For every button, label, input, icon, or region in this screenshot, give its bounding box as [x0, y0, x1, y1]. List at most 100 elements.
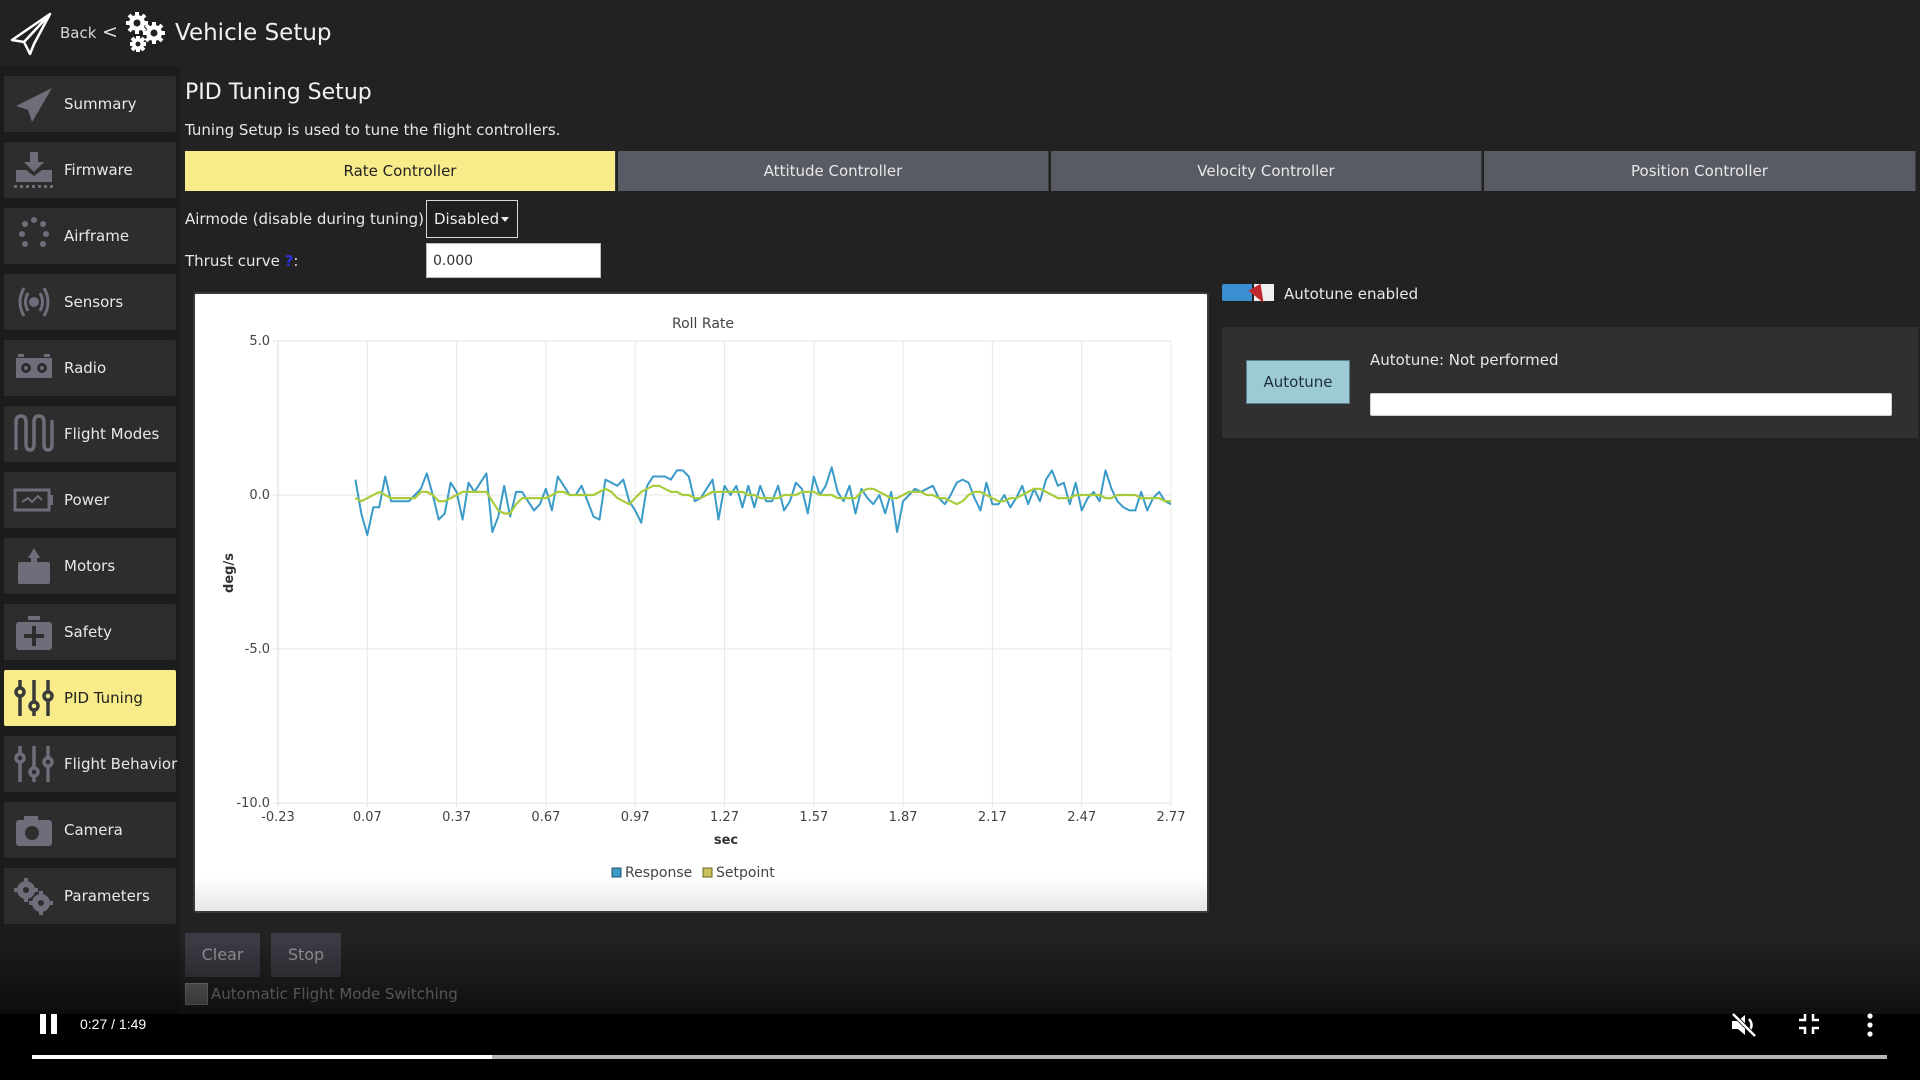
paper-plane-icon[interactable] — [8, 10, 54, 56]
sliders-icon — [14, 746, 54, 782]
airmode-select[interactable]: Disabled — [426, 200, 518, 238]
tab-position-controller[interactable]: Position Controller — [1484, 151, 1916, 191]
y-tick-label: -10.0 — [236, 796, 270, 811]
roll-rate-chart: 5.0 0.0 -5.0 -10.0 -0.23 0.07 0.37 0.67 0.97 1.2… — [193, 292, 1209, 913]
sidebar-item-airframe[interactable]: Airframe — [4, 208, 176, 264]
tab-attitude-controller[interactable]: Attitude Controller — [618, 151, 1049, 191]
sidebar-item-label: Motors — [64, 557, 116, 575]
x-tick-label: 1.87 — [889, 810, 918, 825]
video-controls — [0, 1014, 1920, 1080]
sidebar-item-radio[interactable]: Radio — [4, 340, 176, 396]
sidebar-item-safety[interactable]: Safety — [4, 604, 176, 660]
sidebar-item-label: Flight Behavior — [64, 755, 178, 773]
battery-icon — [13, 488, 53, 512]
gears-icon — [126, 12, 165, 52]
chart-legend: Response Setpoint — [611, 865, 775, 881]
sidebar-item-label: Radio — [64, 359, 107, 377]
auto-mode-switch-checkbox[interactable] — [185, 983, 208, 1005]
autotune-button[interactable]: Autotune — [1246, 360, 1350, 404]
thrust-curve-input[interactable] — [426, 243, 601, 278]
sidebar: Summary Firmware Airframe Sensors Radio Fligh… — [0, 66, 180, 1030]
video-time: 0:27 / 1:49 — [80, 1016, 147, 1032]
tab-velocity-controller[interactable]: Velocity Controller — [1051, 151, 1482, 191]
page-description: Tuning Setup is used to tune the flight … — [185, 121, 561, 139]
wave-icon — [14, 414, 54, 452]
gears-icon — [14, 878, 53, 915]
airmode-select-value: Disabled — [434, 210, 500, 228]
sidebar-item-flight-modes[interactable]: Flight Modes — [4, 406, 176, 462]
sidebar-item-firmware[interactable]: Firmware — [4, 142, 176, 198]
x-tick-label: 0.67 — [531, 810, 560, 825]
y-tick-label: 5.0 — [249, 334, 270, 349]
auto-mode-switch-label: Automatic Flight Mode Switching — [211, 985, 458, 1003]
chevron-down-icon — [501, 217, 509, 222]
exit-fullscreen-icon[interactable] — [1797, 1012, 1821, 1036]
video-progress-played — [32, 1055, 493, 1059]
sidebar-item-sensors[interactable]: Sensors — [4, 274, 176, 330]
video-progress-bar[interactable] — [32, 1055, 1887, 1059]
sidebar-item-motors[interactable]: Motors — [4, 538, 176, 594]
sliders-icon — [14, 680, 54, 716]
chart-svg: 5.0 0.0 -5.0 -10.0 -0.23 0.07 0.37 0.67 0.97 1.2… — [222, 316, 1186, 881]
y-tick-label: 0.0 — [249, 488, 270, 503]
pause-icon[interactable] — [40, 1014, 58, 1034]
radio-waves-icon — [18, 287, 50, 317]
x-tick-label: 2.47 — [1067, 810, 1096, 825]
x-tick-label: -0.23 — [261, 810, 295, 825]
x-tick-label: 1.27 — [710, 810, 739, 825]
y-axis-label: deg/s — [222, 553, 237, 593]
legend-label-setpoint: Setpoint — [716, 865, 775, 881]
x-tick-label: 1.57 — [799, 810, 828, 825]
breadcrumb-separator: < — [102, 21, 118, 43]
autotune-status: Autotune: Not performed — [1370, 351, 1559, 369]
airmode-label-text: Airmode (disable during tuning) — [185, 210, 424, 228]
legend-label-response: Response — [625, 865, 692, 881]
sidebar-item-power[interactable]: Power — [4, 472, 176, 528]
sidebar-item-label: Parameters — [64, 887, 150, 905]
legend-swatch-setpoint — [702, 867, 713, 878]
thrust-curve-colon: : — [293, 252, 299, 270]
autotune-panel: Autotune Autotune: Not performed — [1222, 327, 1918, 438]
sidebar-item-camera[interactable]: Camera — [4, 802, 176, 858]
sidebar-item-label: Power — [64, 491, 110, 509]
x-axis-label: sec — [714, 833, 738, 848]
autotune-toggle[interactable] — [1222, 283, 1274, 307]
clear-button[interactable]: Clear — [185, 933, 260, 977]
sidebar-item-label: Safety — [64, 623, 112, 641]
sidebar-item-label: Sensors — [64, 293, 124, 311]
tab-rate-controller[interactable]: Rate Controller — [185, 151, 616, 191]
first-aid-kit-icon — [16, 616, 52, 650]
mute-icon[interactable] — [1730, 1012, 1758, 1038]
chart-title: Roll Rate — [672, 316, 734, 332]
back-button[interactable]: Back — [60, 24, 96, 42]
sidebar-item-label: Firmware — [64, 161, 133, 179]
series-line-response — [354, 466, 1172, 536]
airframe-dots-icon — [19, 217, 49, 247]
sidebar-item-label: PID Tuning — [64, 689, 143, 707]
motor-icon — [18, 548, 50, 584]
x-tick-label: 0.97 — [621, 810, 650, 825]
legend-swatch-response — [611, 867, 622, 878]
y-tick-label: -5.0 — [245, 642, 270, 657]
sidebar-item-pid-tuning[interactable]: PID Tuning — [4, 670, 176, 726]
top-bar: Back < Vehicle Setup — [0, 0, 1920, 66]
airmode-label: Airmode (disable during tuning) ?: — [185, 210, 443, 228]
camera-icon — [16, 816, 52, 846]
stop-button[interactable]: Stop — [271, 933, 341, 977]
sidebar-item-summary[interactable]: Summary — [4, 76, 176, 132]
sidebar-item-label: Flight Modes — [64, 425, 160, 443]
page-header-title: Vehicle Setup — [175, 20, 332, 46]
more-vert-icon[interactable] — [1864, 1012, 1876, 1038]
x-tick-label: 0.07 — [353, 810, 382, 825]
page-title: PID Tuning Setup — [185, 80, 372, 105]
series-line-setpoint — [354, 484, 1171, 515]
autotune-progress-bar — [1370, 393, 1892, 416]
sidebar-item-flight-behavior[interactable]: Flight Behavior — [4, 736, 178, 792]
controller-tabs: Rate Controller Attitude Controller Velo… — [185, 151, 1916, 191]
sidebar-item-label: Airframe — [64, 227, 130, 245]
sidebar-item-label: Camera — [64, 821, 123, 839]
x-tick-label: 2.77 — [1157, 810, 1186, 825]
paper-plane-icon — [16, 88, 52, 122]
sidebar-item-parameters[interactable]: Parameters — [4, 868, 176, 924]
thrust-curve-label: Thrust curve ?: — [185, 252, 298, 270]
